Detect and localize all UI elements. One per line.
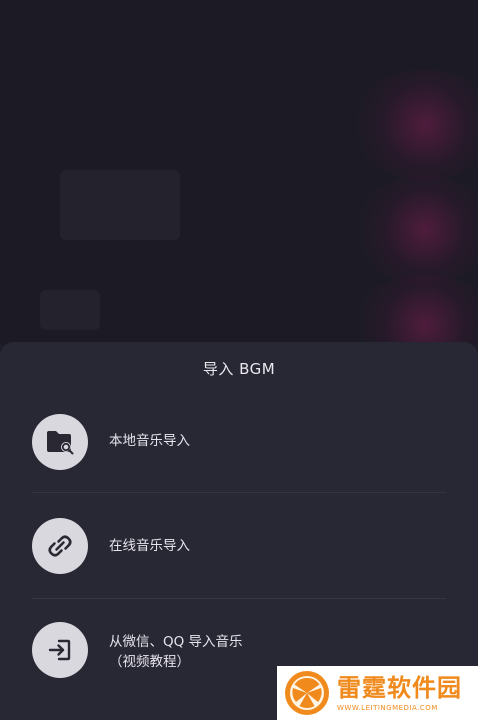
local-music-import-option[interactable]: 本地音乐导入 [0, 389, 478, 495]
background-block [40, 290, 100, 330]
wechat-qq-label: 从微信、QQ 导入音乐 （视频教程） [109, 632, 243, 672]
background-block [60, 170, 180, 240]
site-watermark: 雷霆软件园 WWW.LEITINGMEDIA.COM [277, 666, 478, 720]
wechat-qq-label-line2: （视频教程） [109, 654, 190, 670]
local-music-label: 本地音乐导入 [109, 433, 190, 449]
folder-search-icon [47, 431, 74, 455]
background-glow [350, 70, 478, 180]
dimmed-background [0, 0, 478, 345]
wechat-qq-label-line1: 从微信、QQ 导入音乐 [109, 634, 243, 650]
local-music-icon-circle [32, 414, 88, 470]
watermark-title: 雷霆软件园 [337, 674, 462, 702]
link-icon [48, 535, 72, 557]
wechat-qq-icon-circle [32, 622, 88, 678]
import-bgm-sheet: 导入 BGM 本地音乐导入 在线音乐导入 从微信、QQ 导入音乐 （视频教程） [0, 342, 478, 720]
online-music-label: 在线音乐导入 [109, 538, 190, 554]
sheet-title: 导入 BGM [202, 360, 276, 378]
online-music-icon-circle [32, 518, 88, 574]
background-glow [350, 275, 478, 345]
background-glow [355, 175, 478, 285]
divider [32, 492, 446, 493]
watermark-url: WWW.LEITINGMEDIA.COM [337, 704, 438, 712]
orange-slice-logo-icon [285, 671, 329, 715]
import-icon [48, 639, 71, 661]
online-music-import-option[interactable]: 在线音乐导入 [0, 494, 478, 600]
divider [32, 598, 446, 599]
